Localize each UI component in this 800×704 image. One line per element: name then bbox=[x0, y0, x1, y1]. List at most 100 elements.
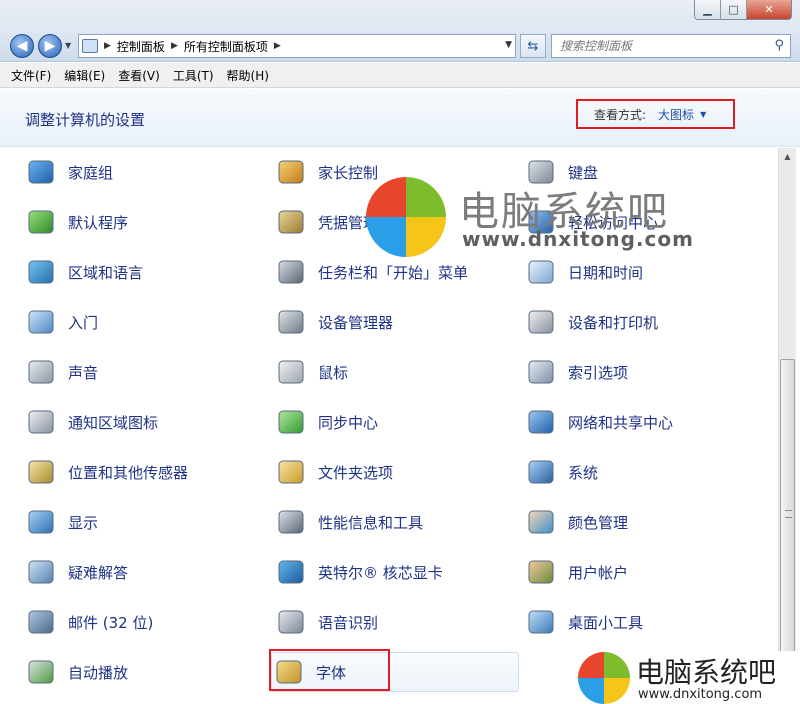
watermark: 电脑系统吧 www.dnxitong.com bbox=[366, 177, 704, 257]
item-label: 区域和语言 bbox=[68, 263, 144, 282]
menu-file[interactable]: 文件(F) bbox=[11, 67, 51, 84]
control-panel-item[interactable]: 语音识别 bbox=[274, 602, 514, 642]
item-label: 系统 bbox=[568, 463, 599, 482]
location-sensor-icon bbox=[24, 455, 58, 489]
control-panel-item[interactable]: 区域和语言 bbox=[24, 252, 264, 292]
search-input[interactable] bbox=[560, 39, 760, 53]
control-panel-item[interactable]: 声音 bbox=[24, 352, 264, 392]
control-panel-item[interactable]: 日期和时间 bbox=[524, 252, 764, 292]
breadcrumb-control-panel[interactable]: 控制面板 bbox=[117, 38, 165, 55]
control-panel-item[interactable]: 疑难解答 bbox=[24, 552, 264, 592]
chevron-right-icon[interactable]: ▶ bbox=[104, 41, 111, 51]
item-label: 设备和打印机 bbox=[568, 313, 659, 332]
item-label: 家庭组 bbox=[68, 163, 114, 182]
control-panel-item[interactable]: 性能信息和工具 bbox=[274, 502, 514, 542]
speaker-icon bbox=[24, 355, 58, 389]
control-panel-item[interactable]: 用户帐户 bbox=[524, 552, 764, 592]
mail-icon bbox=[24, 605, 58, 639]
control-panel-item[interactable]: 设备管理器 bbox=[274, 302, 514, 342]
item-label: 显示 bbox=[68, 513, 99, 532]
system-icon bbox=[524, 455, 558, 489]
control-panel-item[interactable]: 系统 bbox=[524, 452, 764, 492]
window-controls: ▁ □ ✕ bbox=[694, 0, 792, 20]
item-label: 文件夹选项 bbox=[318, 463, 394, 482]
chevron-right-icon[interactable]: ▶ bbox=[274, 41, 281, 51]
control-panel-item[interactable]: 英特尔® 核芯显卡 bbox=[274, 552, 514, 592]
region-language-icon bbox=[24, 255, 58, 289]
control-panel-item[interactable]: 同步中心 bbox=[274, 402, 514, 442]
control-panel-item[interactable]: 默认程序 bbox=[24, 202, 264, 242]
view-by-control[interactable]: 查看方式: 大图标 ▼ bbox=[576, 99, 735, 129]
menu-bar: 文件(F) 编辑(E) 查看(V) 工具(T) 帮助(H) bbox=[0, 63, 800, 88]
menu-tools[interactable]: 工具(T) bbox=[173, 67, 214, 84]
page-title: 调整计算机的设置 bbox=[25, 111, 146, 129]
control-panel-item[interactable]: 颜色管理 bbox=[524, 502, 764, 542]
item-label: 性能信息和工具 bbox=[318, 513, 424, 532]
navigation-bar: ◀ ▶ ▼ ▶ 控制面板 ▶ 所有控制面板项 ▶ ▼ ⇆ ⚲ bbox=[0, 30, 800, 62]
credential-manager-icon bbox=[274, 205, 308, 239]
control-panel-item[interactable]: 桌面小工具 bbox=[524, 602, 764, 642]
close-button[interactable]: ✕ bbox=[747, 0, 791, 19]
refresh-button[interactable]: ⇆ bbox=[520, 34, 546, 58]
control-panel-item[interactable]: 任务栏和「开始」菜单 bbox=[274, 252, 514, 292]
address-bar[interactable]: ▶ 控制面板 ▶ 所有控制面板项 ▶ ▼ bbox=[78, 34, 516, 58]
folder-options-icon bbox=[274, 455, 308, 489]
item-label: 设备管理器 bbox=[318, 313, 394, 332]
scroll-thumb[interactable] bbox=[780, 359, 795, 699]
item-label: 索引选项 bbox=[568, 363, 629, 382]
view-by-value[interactable]: 大图标 bbox=[658, 106, 694, 123]
control-panel-item[interactable]: 文件夹选项 bbox=[274, 452, 514, 492]
control-panel-item[interactable]: 网络和共享中心 bbox=[524, 402, 764, 442]
item-label: 网络和共享中心 bbox=[568, 413, 674, 432]
control-panel-item[interactable]: 邮件 (32 位) bbox=[24, 602, 264, 642]
dropdown-arrow-icon[interactable]: ▼ bbox=[700, 110, 706, 119]
item-label: 任务栏和「开始」菜单 bbox=[318, 263, 469, 282]
menu-edit[interactable]: 编辑(E) bbox=[64, 67, 105, 84]
watermark-title: 电脑系统吧 bbox=[636, 656, 777, 689]
item-label: 入门 bbox=[68, 313, 99, 332]
menu-help[interactable]: 帮助(H) bbox=[227, 67, 269, 84]
item-label: 默认程序 bbox=[68, 213, 129, 232]
control-panel-item[interactable]: 索引选项 bbox=[524, 352, 764, 392]
chevron-right-icon[interactable]: ▶ bbox=[171, 41, 178, 51]
search-icon[interactable]: ⚲ bbox=[774, 38, 784, 53]
menu-view[interactable]: 查看(V) bbox=[118, 67, 160, 84]
control-panel-item[interactable]: 位置和其他传感器 bbox=[24, 452, 264, 492]
minimize-button[interactable]: ▁ bbox=[695, 0, 721, 19]
highlight-box bbox=[269, 649, 390, 691]
control-panel-item[interactable]: 显示 bbox=[24, 502, 264, 542]
item-label: 位置和其他传感器 bbox=[68, 463, 189, 482]
item-label: 英特尔® 核芯显卡 bbox=[318, 563, 443, 582]
troubleshooting-icon bbox=[24, 555, 58, 589]
control-panel-item[interactable]: 家庭组 bbox=[24, 152, 264, 192]
item-label: 桌面小工具 bbox=[568, 613, 644, 632]
item-label: 邮件 (32 位) bbox=[68, 613, 154, 632]
indexing-icon bbox=[524, 355, 558, 389]
control-panel-item[interactable]: 入门 bbox=[24, 302, 264, 342]
gadgets-icon bbox=[524, 605, 558, 639]
printer-icon bbox=[524, 305, 558, 339]
forward-button[interactable]: ▶ bbox=[38, 34, 62, 58]
vertical-scrollbar[interactable]: ▲ bbox=[778, 148, 796, 704]
calendar-clock-icon bbox=[524, 255, 558, 289]
recent-pages-dropdown-icon[interactable]: ▼ bbox=[65, 41, 75, 51]
search-box[interactable]: ⚲ bbox=[551, 34, 791, 58]
view-by-label: 查看方式: bbox=[594, 107, 647, 122]
user-accounts-icon bbox=[524, 555, 558, 589]
scroll-up-icon[interactable]: ▲ bbox=[779, 148, 796, 165]
control-panel-item[interactable]: 设备和打印机 bbox=[524, 302, 764, 342]
back-button[interactable]: ◀ bbox=[10, 34, 34, 58]
control-panel-icon bbox=[82, 39, 98, 53]
control-panel-item[interactable]: 自动播放 bbox=[24, 652, 264, 692]
watermark-url: www.dnxitong.com bbox=[638, 687, 763, 702]
breadcrumb-all-items[interactable]: 所有控制面板项 bbox=[184, 38, 268, 55]
control-panel-item[interactable]: 通知区域图标 bbox=[24, 402, 264, 442]
maximize-button[interactable]: □ bbox=[721, 0, 747, 19]
performance-icon bbox=[274, 505, 308, 539]
item-label: 声音 bbox=[68, 363, 99, 382]
control-panel-item[interactable]: 鼠标 bbox=[274, 352, 514, 392]
network-icon bbox=[524, 405, 558, 439]
item-label: 颜色管理 bbox=[568, 513, 629, 532]
address-dropdown-icon[interactable]: ▼ bbox=[505, 40, 512, 50]
default-programs-icon bbox=[24, 205, 58, 239]
